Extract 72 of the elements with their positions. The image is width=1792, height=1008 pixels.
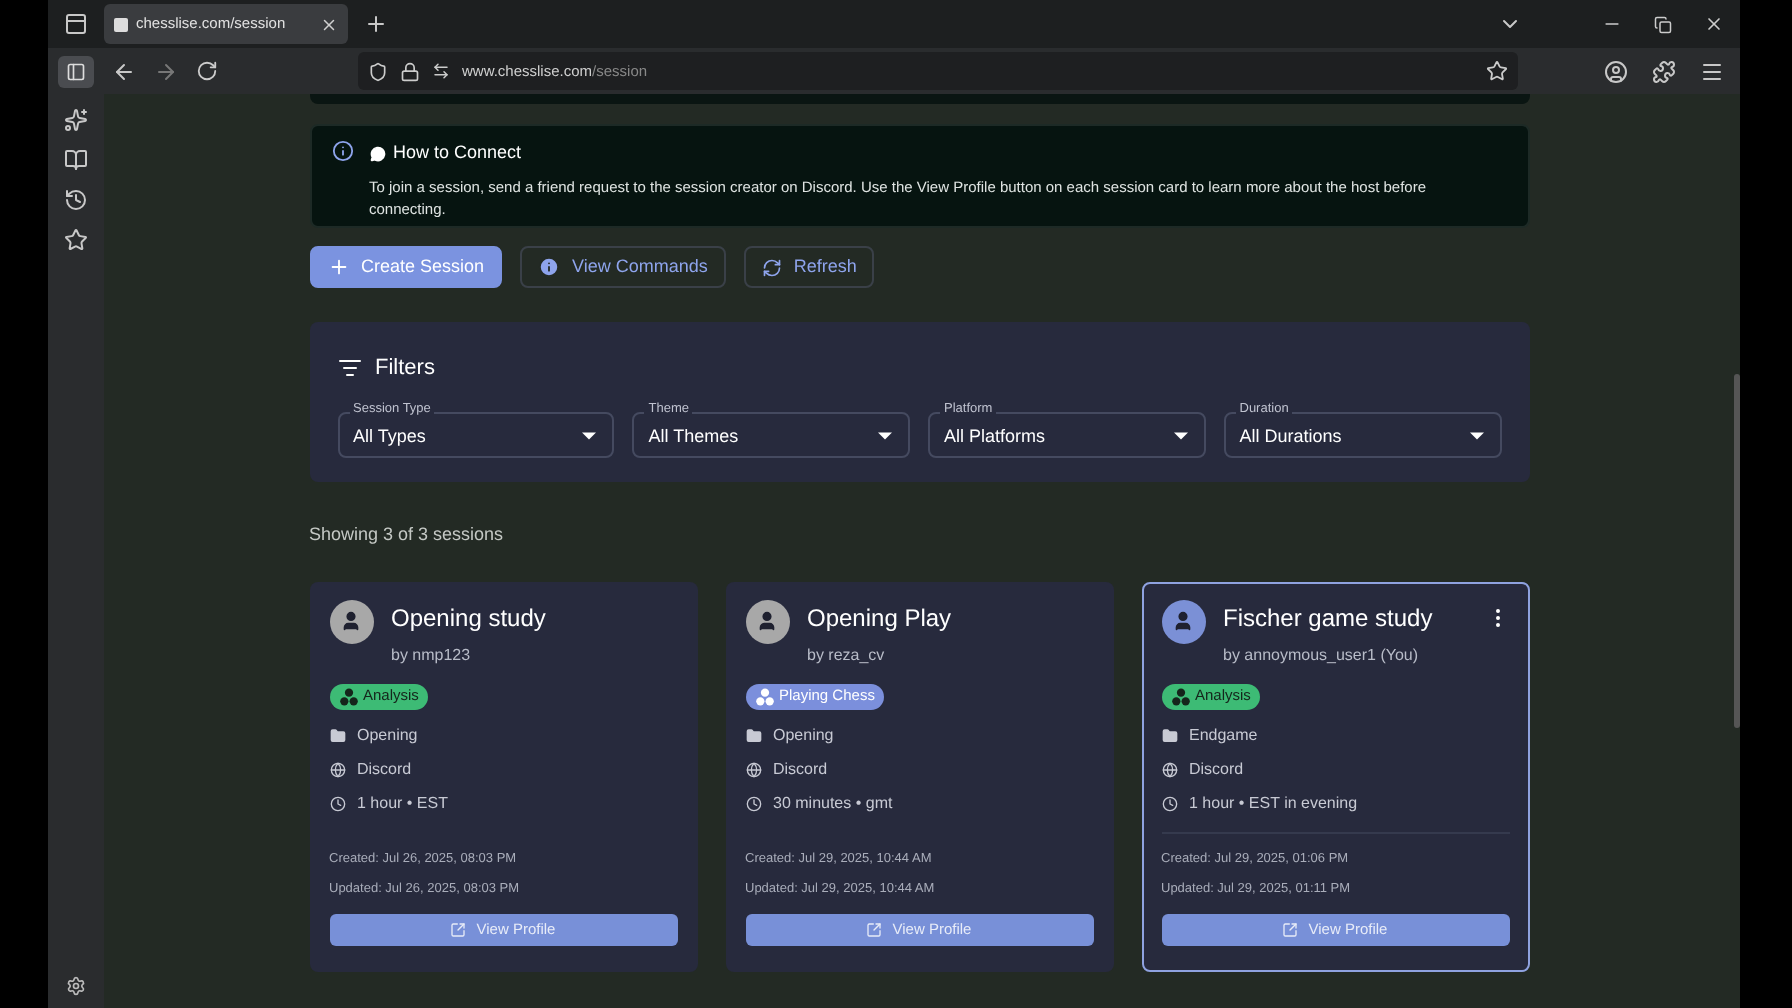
theme-text: Opening	[773, 723, 834, 747]
info-icon	[538, 256, 561, 278]
tab-list-icon[interactable]	[64, 12, 88, 36]
external-link-icon	[1282, 921, 1299, 937]
external-link-icon	[866, 921, 883, 937]
person-icon	[340, 610, 362, 632]
session-title: Opening study	[391, 601, 546, 635]
globe-icon	[329, 761, 345, 777]
shapes-icon	[339, 687, 357, 705]
lock-icon	[400, 61, 420, 81]
platform-text: Discord	[773, 757, 828, 781]
folder-icon	[329, 727, 345, 743]
platform-text: Discord	[1189, 757, 1244, 781]
duration-text: 1 hour • EST	[357, 791, 448, 815]
close-window-icon[interactable]	[1704, 14, 1724, 34]
sidebar-toggle[interactable]	[58, 55, 94, 87]
account-icon[interactable]	[1604, 59, 1628, 83]
session-title: Opening Play	[807, 601, 952, 635]
filters-title: Filters	[375, 354, 435, 384]
bookmark-star-icon[interactable]	[1486, 60, 1508, 82]
book-icon[interactable]	[64, 148, 88, 172]
filter-icon	[337, 356, 361, 381]
info-icon	[331, 140, 353, 162]
clock-icon	[1161, 795, 1177, 811]
host-name: by annoymous_user1 (You)	[1223, 643, 1421, 667]
platform-text: Discord	[357, 757, 412, 781]
scrollbar[interactable]	[1734, 374, 1740, 728]
duration-text: 30 minutes • gmt	[773, 791, 893, 815]
dropdown-caret-icon	[1469, 431, 1483, 439]
sparkle-icon[interactable]	[64, 108, 88, 132]
forward-icon[interactable]	[154, 59, 178, 83]
plus-icon	[327, 256, 349, 278]
speech-bubble-icon	[369, 145, 385, 162]
shapes-icon	[755, 687, 773, 705]
menu-icon[interactable]	[1700, 59, 1724, 83]
info-title: How to Connect	[393, 140, 522, 166]
shield-icon	[368, 61, 388, 81]
sidebar-icon	[66, 61, 86, 81]
settings-icon[interactable]	[66, 976, 86, 996]
person-icon	[756, 610, 778, 632]
extensions-icon[interactable]	[1652, 59, 1676, 83]
reload-icon[interactable]	[196, 60, 218, 82]
dropdown-caret-icon	[582, 431, 597, 439]
history-icon[interactable]	[64, 188, 88, 212]
permissions-icon	[432, 62, 450, 80]
clock-icon	[329, 795, 345, 811]
globe-icon	[1161, 761, 1177, 777]
back-icon[interactable]	[112, 59, 136, 83]
dropdown-caret-icon	[1173, 431, 1188, 439]
person-icon	[1172, 610, 1194, 632]
close-icon[interactable]	[320, 15, 338, 33]
theme-text: Opening	[357, 723, 418, 747]
folder-icon	[745, 727, 761, 743]
site-favicon	[114, 17, 128, 31]
restore-icon[interactable]	[1654, 15, 1672, 33]
shapes-icon	[1171, 687, 1189, 705]
dropdown-caret-icon	[878, 431, 892, 439]
theme-text: Endgame	[1189, 723, 1258, 747]
host-name: by reza_cv	[807, 643, 887, 667]
duration-text: 1 hour • EST in evening	[1189, 791, 1358, 815]
folder-icon	[1161, 727, 1177, 743]
external-link-icon	[450, 921, 467, 937]
star-icon[interactable]	[64, 228, 88, 252]
host-name: by nmp123	[391, 643, 473, 667]
new-tab-icon[interactable]	[364, 12, 388, 36]
view-commands-button[interactable]: View Commands	[520, 246, 726, 288]
refresh-button[interactable]: Refresh	[743, 246, 875, 288]
session-title: Fischer game study	[1223, 601, 1433, 635]
clock-icon	[745, 795, 761, 811]
results-count: Showing 3 of 3 sessions	[309, 522, 506, 548]
globe-icon	[745, 761, 761, 777]
refresh-icon	[761, 257, 782, 277]
